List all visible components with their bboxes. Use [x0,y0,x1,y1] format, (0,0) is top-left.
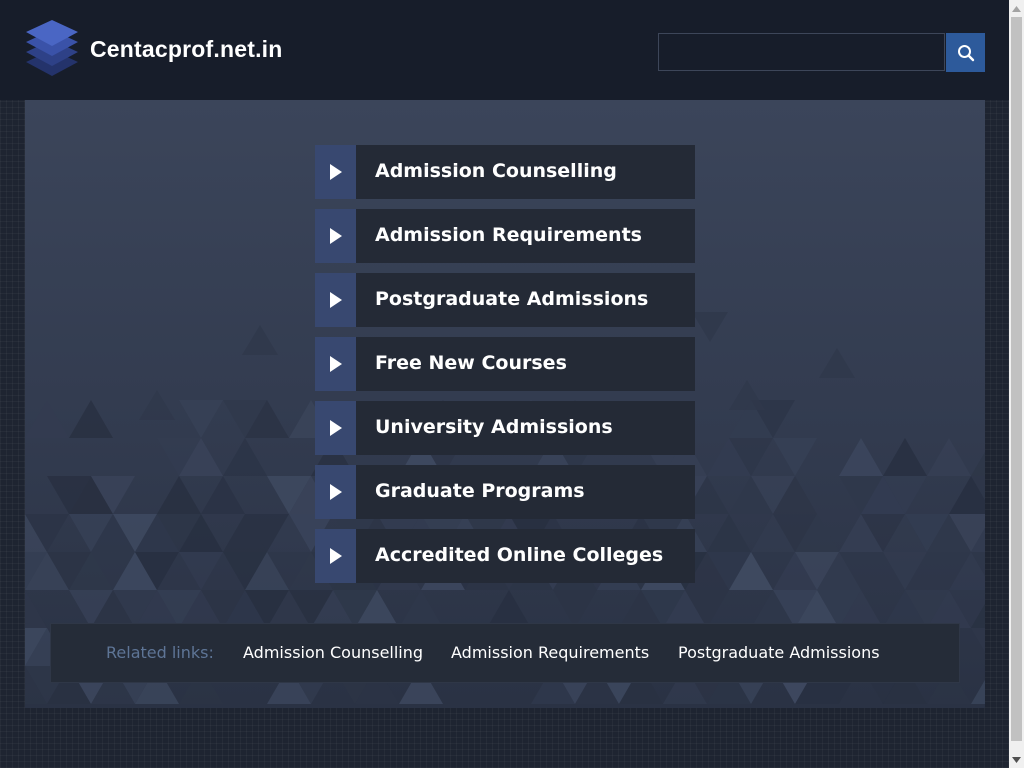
link-menu: Admission Counselling Admission Requireme… [315,145,695,593]
search-button[interactable] [946,33,985,72]
menu-arrow-box [315,145,356,199]
search-input[interactable] [659,34,944,70]
menu-link-item[interactable]: Admission Counselling [315,145,695,199]
related-link[interactable]: Admission Counselling [243,624,423,682]
vertical-scrollbar[interactable] [1009,0,1024,768]
menu-link-label: Postgraduate Admissions [375,288,649,310]
search-box [658,33,945,71]
menu-arrow-box [315,337,356,391]
related-link[interactable]: Admission Requirements [451,624,649,682]
menu-link-label: Free New Courses [375,352,567,374]
main-panel: Admission Counselling Admission Requireme… [25,100,985,708]
play-arrow-icon [329,548,342,564]
play-arrow-icon [329,228,342,244]
menu-link-item[interactable]: Free New Courses [315,337,695,391]
search-icon [957,44,975,62]
play-arrow-icon [329,484,342,500]
play-arrow-icon [329,420,342,436]
menu-arrow-box [315,529,356,583]
related-link[interactable]: Postgraduate Admissions [678,624,880,682]
play-arrow-icon [329,356,342,372]
menu-link-item[interactable]: Accredited Online Colleges [315,529,695,583]
menu-link-label: Graduate Programs [375,480,585,502]
menu-link-label: Admission Counselling [375,160,617,182]
scrollbar-thumb[interactable] [1011,17,1022,741]
related-links-heading: Related links: [106,643,214,662]
menu-arrow-box [315,401,356,455]
logo-icon[interactable] [24,18,80,80]
related-links-bar: Related links: Admission Counselling Admi… [50,623,960,683]
menu-link-item[interactable]: Graduate Programs [315,465,695,519]
menu-link-item[interactable]: University Admissions [315,401,695,455]
menu-arrow-box [315,209,356,263]
menu-arrow-box [315,273,356,327]
site-header: Centacprof.net.in [0,0,1009,100]
menu-link-item[interactable]: Postgraduate Admissions [315,273,695,327]
menu-link-item[interactable]: Admission Requirements [315,209,695,263]
play-arrow-icon [329,292,342,308]
menu-link-label: Admission Requirements [375,224,642,246]
menu-link-label: University Admissions [375,416,613,438]
menu-arrow-box [315,465,356,519]
menu-link-label: Accredited Online Colleges [375,544,664,566]
site-title[interactable]: Centacprof.net.in [90,36,283,63]
play-arrow-icon [329,164,342,180]
scroll-down-arrow-icon[interactable] [1009,751,1024,768]
scroll-up-arrow-icon[interactable] [1009,0,1024,17]
